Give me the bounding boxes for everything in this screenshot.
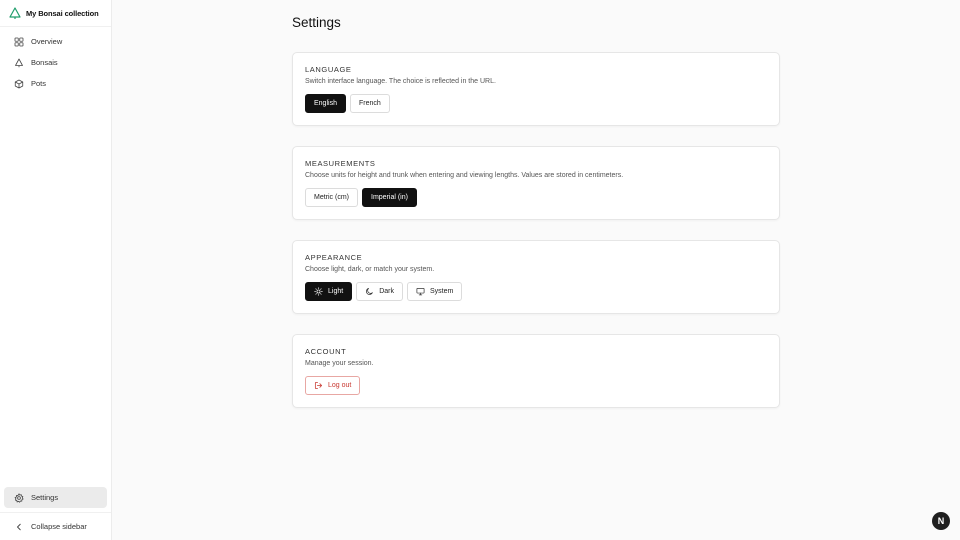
dark-theme-button[interactable]: Dark: [356, 282, 403, 301]
grid-icon: [14, 37, 24, 47]
appearance-options: Light Dark System: [305, 282, 767, 301]
page-title: Settings: [292, 15, 341, 30]
chevron-left-icon: [14, 522, 24, 532]
language-card: Language Switch interface language. The …: [292, 52, 780, 126]
sidebar-nav: Overview Bonsais Pots: [0, 27, 111, 94]
appearance-card: Appearance Choose light, dark, or match …: [292, 240, 780, 314]
account-card: Account Manage your session. Log out: [292, 334, 780, 408]
section-heading: Measurements: [305, 159, 376, 168]
sidebar-item-settings[interactable]: Settings: [4, 487, 107, 508]
sidebar-item-pots[interactable]: Pots: [4, 73, 107, 94]
sidebar-item-overview[interactable]: Overview: [4, 31, 107, 52]
light-theme-button[interactable]: Light: [305, 282, 353, 301]
collapse-sidebar-button[interactable]: Collapse sidebar: [0, 512, 111, 540]
monitor-icon: [416, 287, 425, 296]
language-english-button[interactable]: English: [305, 94, 346, 113]
sidebar-item-label: Pots: [31, 79, 47, 88]
section-description: Switch interface language. The choice is…: [305, 78, 496, 85]
sidebar-item-label: Overview: [31, 37, 63, 46]
gear-icon: [14, 492, 24, 503]
imperial-units-button[interactable]: Imperial (in): [362, 188, 417, 207]
section-heading: Appearance: [305, 253, 363, 262]
system-theme-button[interactable]: System: [406, 282, 463, 301]
button-label: System: [429, 288, 454, 295]
language-french-button[interactable]: French: [349, 94, 390, 113]
bonsai-logo-icon: [9, 7, 21, 19]
floating-action-button[interactable]: N: [932, 512, 950, 530]
moon-icon: [365, 287, 374, 296]
sun-icon: [314, 287, 323, 296]
collapse-sidebar-label: Collapse sidebar: [31, 522, 87, 531]
section-heading: Language: [305, 65, 352, 74]
section-heading: Account: [305, 347, 347, 356]
measurement-options: Metric (cm) Imperial (in): [305, 188, 767, 207]
measurements-card: Measurements Choose units for height and…: [292, 146, 780, 220]
sidebar-item-bonsais[interactable]: Bonsais: [4, 52, 107, 73]
button-label: Dark: [379, 288, 394, 295]
sidebar-item-label: Bonsais: [31, 58, 58, 67]
log-out-button[interactable]: Log out: [305, 376, 361, 395]
button-label: Light: [328, 288, 344, 295]
section-description: Choose light, dark, or match your system…: [305, 266, 435, 273]
language-options: English French: [305, 94, 767, 113]
box-icon: [14, 79, 24, 89]
log-out-icon: [314, 381, 323, 390]
metric-units-button[interactable]: Metric (cm): [305, 188, 358, 207]
sidebar: My Bonsai collection Overview Bonsais Po…: [0, 0, 112, 540]
account-actions: Log out: [305, 376, 767, 395]
section-description: Choose units for height and trunk when e…: [305, 172, 624, 179]
app-title: My Bonsai collection: [26, 8, 99, 18]
sidebar-footer: Settings Collapse sidebar: [0, 487, 111, 540]
button-label: Log out: [328, 382, 352, 389]
tree-icon: [14, 58, 24, 68]
main-content: Settings Language Switch interface langu…: [112, 0, 960, 540]
section-description: Manage your session.: [305, 360, 374, 367]
brand[interactable]: My Bonsai collection: [0, 0, 111, 27]
sidebar-item-label: Settings: [31, 493, 59, 502]
